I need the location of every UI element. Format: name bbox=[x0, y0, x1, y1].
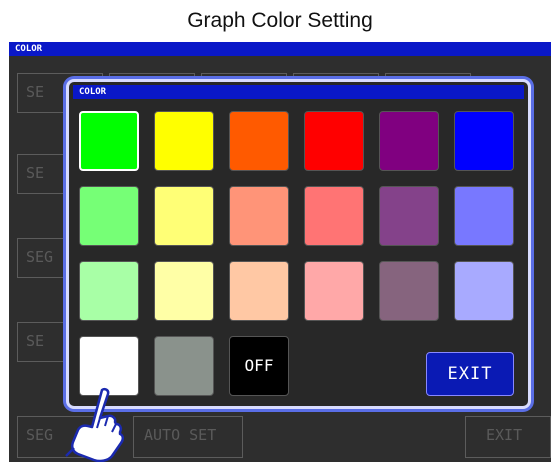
dialog-title: COLOR bbox=[73, 85, 524, 99]
color-swatch-mauve[interactable] bbox=[379, 261, 439, 321]
color-swatch-plum[interactable] bbox=[379, 186, 439, 246]
color-swatch-light-yellow[interactable] bbox=[154, 186, 214, 246]
color-swatch-light-red[interactable] bbox=[304, 186, 364, 246]
color-swatch-light-blue[interactable] bbox=[454, 186, 514, 246]
color-swatch-purple[interactable] bbox=[379, 111, 439, 171]
color-off-button[interactable]: OFF bbox=[229, 336, 289, 396]
dialog-exit-button[interactable]: EXIT bbox=[426, 352, 514, 396]
color-swatch-pink[interactable] bbox=[304, 261, 364, 321]
color-swatch-pale-yellow[interactable] bbox=[154, 261, 214, 321]
background-exit-button: EXIT bbox=[465, 416, 551, 458]
color-dialog: COLOR OFF EXIT bbox=[66, 79, 531, 409]
color-swatch-pale-green[interactable] bbox=[79, 261, 139, 321]
color-swatch-yellow[interactable] bbox=[154, 111, 214, 171]
pointing-hand-icon bbox=[65, 387, 125, 462]
color-swatch-green[interactable] bbox=[79, 111, 139, 171]
color-swatch-orange[interactable] bbox=[229, 111, 289, 171]
color-swatch-red[interactable] bbox=[304, 111, 364, 171]
color-swatch-peach[interactable] bbox=[229, 261, 289, 321]
color-swatch-lavender[interactable] bbox=[454, 261, 514, 321]
screen-title: COLOR bbox=[9, 42, 551, 56]
background-auto-set-button: AUTO SET bbox=[133, 416, 243, 458]
color-swatch-blue[interactable] bbox=[454, 111, 514, 171]
color-swatch-gray[interactable] bbox=[154, 336, 214, 396]
color-swatch-light-green[interactable] bbox=[79, 186, 139, 246]
color-swatch-salmon[interactable] bbox=[229, 186, 289, 246]
page-caption: Graph Color Setting bbox=[187, 9, 373, 32]
